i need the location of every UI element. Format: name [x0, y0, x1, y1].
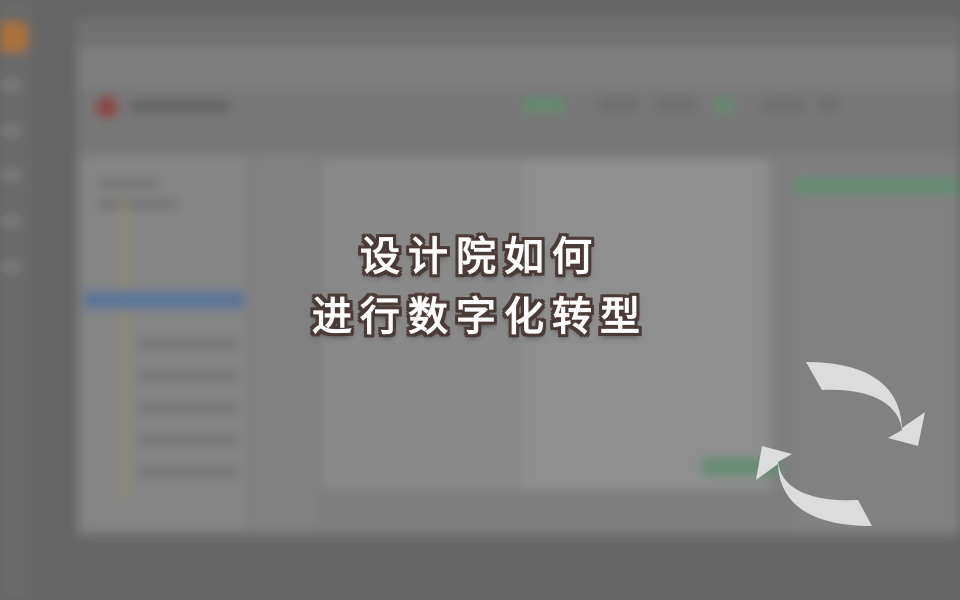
upper-arrow	[806, 362, 925, 446]
refresh-arrows-icon	[756, 362, 925, 526]
lower-arrow	[756, 446, 872, 526]
headline-line-1: 设计院如何	[360, 234, 600, 280]
headline-line-2: 进行数字化转型	[312, 294, 648, 340]
